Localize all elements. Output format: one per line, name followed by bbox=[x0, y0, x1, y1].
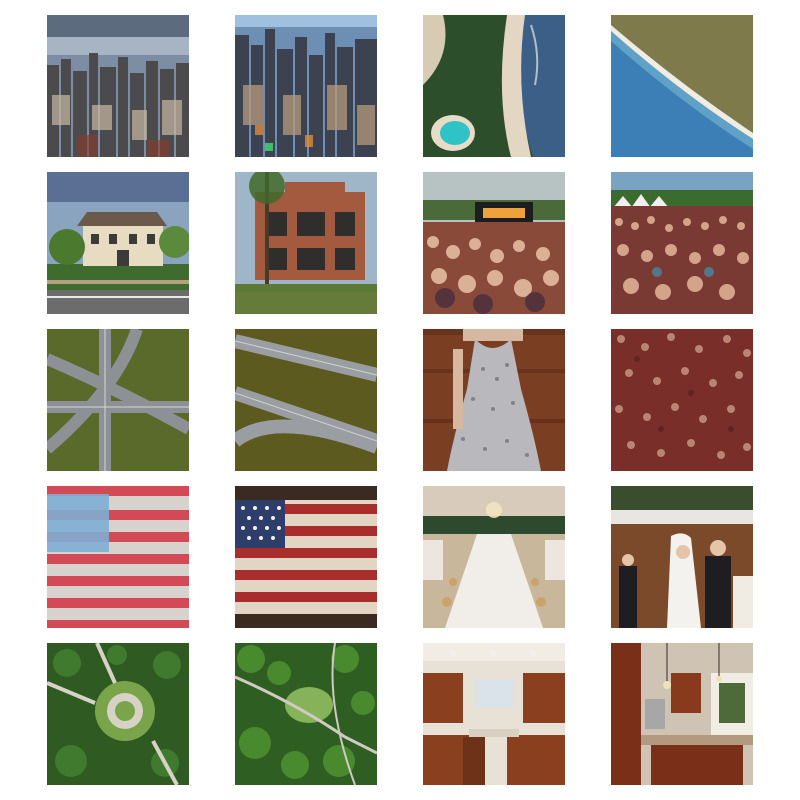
city-skyline-image bbox=[47, 15, 189, 157]
aerial-coastline-image bbox=[611, 15, 753, 157]
modern-brick-house-image bbox=[235, 172, 377, 314]
aerial-park-paths-image bbox=[235, 643, 377, 785]
flag-faded-image bbox=[47, 486, 189, 628]
festival-crowd-image bbox=[611, 172, 753, 314]
suburban-house-image bbox=[47, 172, 189, 314]
banquet-hall-image bbox=[423, 486, 565, 628]
wedding-couple-image bbox=[611, 486, 753, 628]
highway-aerial-image bbox=[235, 329, 377, 471]
concert-crowd-stage-image bbox=[423, 172, 565, 314]
kitchen-island-image bbox=[611, 643, 753, 785]
floral-fabric-image bbox=[611, 329, 753, 471]
american-flag-grunge-image bbox=[235, 486, 377, 628]
image-grid bbox=[0, 0, 800, 800]
floral-dress-image bbox=[423, 329, 565, 471]
wooden-kitchen-image bbox=[423, 643, 565, 785]
highway-interchange-image bbox=[47, 329, 189, 471]
aerial-beach-lagoon-image bbox=[423, 15, 565, 157]
city-skyline-dense-image bbox=[235, 15, 377, 157]
aerial-park-roundabout-image bbox=[47, 643, 189, 785]
